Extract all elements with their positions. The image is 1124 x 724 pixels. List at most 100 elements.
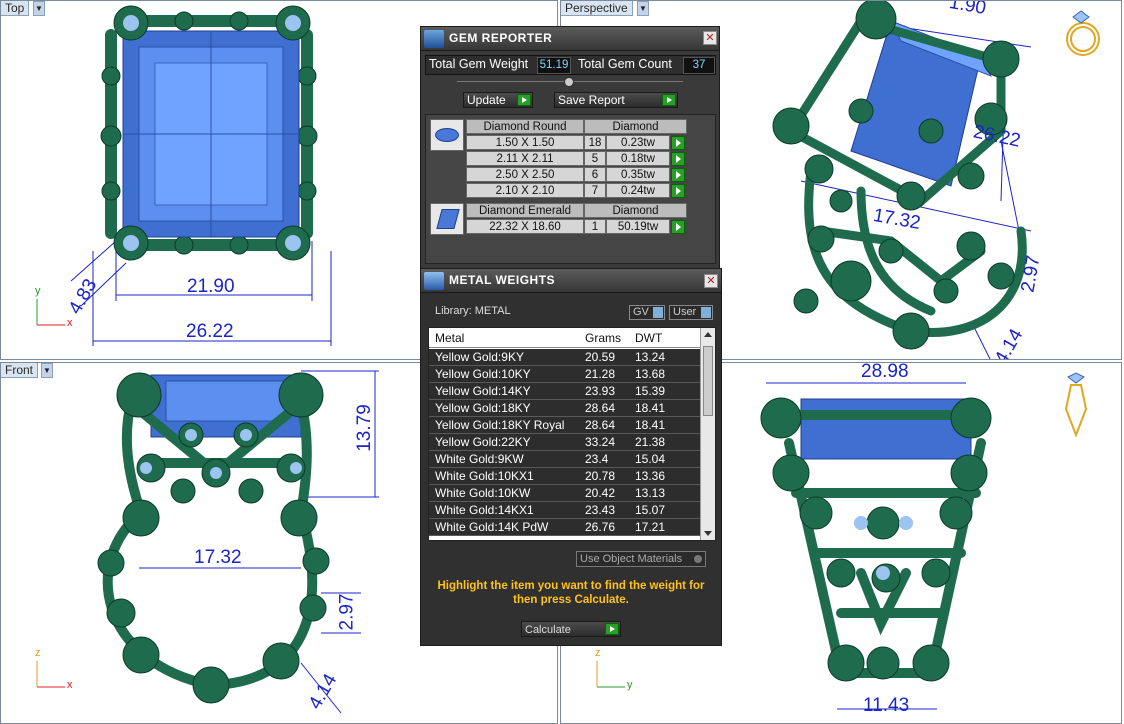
scroll-up-icon[interactable] [704, 332, 712, 337]
splitter-knob[interactable] [564, 77, 574, 87]
metal-grams: 21.28 [585, 367, 616, 381]
metal-name: White Gold:14KX1 [435, 503, 534, 517]
chevron-down-icon[interactable]: ▼ [637, 1, 649, 16]
gv-label: GV [633, 306, 649, 318]
table-row[interactable]: White Gold:10KX1 20.78 13.36 [429, 468, 701, 485]
round-header-type: Diamond Round [466, 119, 584, 134]
toggle-indicator-icon [653, 307, 663, 318]
metal-dwt: 17.21 [635, 520, 666, 534]
metal-weights-titlebar[interactable]: METAL WEIGHTS ✕ [421, 269, 721, 293]
metal-table: Metal Grams DWT Yellow Gold:9KY 20.59 13.2… [428, 327, 716, 541]
col-grams[interactable]: Grams [585, 331, 621, 345]
row-go-arrow-icon[interactable] [671, 184, 685, 198]
round-size[interactable]: 1.50 X 1.50 [466, 135, 584, 150]
round-weight: 0.24tw [606, 183, 670, 198]
scroll-down-icon[interactable] [704, 531, 712, 536]
emerald-header-type: Diamond Emerald [466, 203, 584, 218]
dim-bottom: 11.43 [863, 695, 910, 716]
chevron-down-icon[interactable]: ▼ [41, 363, 53, 378]
gem-reporter-icon [424, 30, 444, 48]
update-button-label: Update [467, 93, 506, 107]
table-row[interactable]: Yellow Gold:22KY 33.24 21.38 [429, 434, 701, 451]
viewport-front-label[interactable]: Front [1, 363, 39, 378]
calculate-label: Calculate [525, 624, 571, 636]
row-go-arrow-icon[interactable] [671, 136, 685, 150]
total-gem-weight-value: 51.19 [537, 57, 571, 74]
calculate-button[interactable]: Calculate [521, 621, 621, 637]
metal-dwt: 13.68 [635, 367, 666, 381]
viewport-top-label[interactable]: Top [1, 1, 30, 16]
use-object-materials-toggle[interactable]: Use Object Materials [576, 551, 706, 567]
close-icon[interactable]: ✕ [704, 274, 718, 288]
gem-reporter-title: GEM REPORTER [449, 31, 553, 45]
metal-name: White Gold:9KW [435, 452, 524, 466]
dim-outer: 26.22 [186, 321, 234, 342]
metal-rows: Yellow Gold:9KY 20.59 13.24 Yellow Gold:10… [429, 349, 701, 540]
dim-inner: 17.32 [194, 547, 242, 568]
table-row[interactable]: Yellow Gold:9KY 20.59 13.24 [429, 349, 701, 366]
emerald-weight: 50.19tw [606, 219, 670, 234]
save-report-button[interactable]: Save Report [554, 92, 678, 108]
metal-weights-title: METAL WEIGHTS [449, 273, 556, 287]
emerald-size[interactable]: 22.32 X 18.60 [466, 219, 584, 234]
close-icon[interactable]: ✕ [703, 31, 717, 45]
metal-dwt: 15.04 [635, 452, 666, 466]
save-report-label: Save Report [558, 93, 625, 107]
round-weight: 0.23tw [606, 135, 670, 150]
axis-x-label: x [67, 679, 73, 691]
row-go-arrow-icon[interactable] [671, 168, 685, 182]
gem-reporter-titlebar[interactable]: GEM REPORTER ✕ [421, 27, 719, 51]
metal-dwt: 15.39 [635, 384, 666, 398]
table-row[interactable]: White Gold:14K PdW 26.76 17.21 [429, 519, 701, 536]
metal-grams: 33.24 [585, 435, 616, 449]
metal-name: Yellow Gold:18KY [435, 401, 531, 415]
dim-width: 28.98 [861, 362, 909, 382]
round-size[interactable]: 2.10 X 2.10 [466, 183, 584, 198]
scroll-thumb[interactable] [703, 346, 713, 416]
round-weight: 0.18tw [606, 151, 670, 166]
table-row[interactable]: Yellow Gold:18KY 28.64 18.41 [429, 400, 701, 417]
metal-name: Yellow Gold:18KY Royal [435, 418, 565, 432]
emerald-count: 1 [584, 219, 606, 234]
round-count: 18 [584, 135, 606, 150]
metal-name: White Gold:14K PdW [435, 520, 549, 534]
round-header-material: Diamond [584, 119, 687, 134]
gv-toggle[interactable]: GV [629, 305, 665, 320]
metal-grams: 23.43 [585, 503, 616, 517]
col-metal[interactable]: Metal [435, 331, 464, 345]
library-label: Library: METAL [435, 305, 511, 317]
use-object-materials-label: Use Object Materials [580, 553, 683, 565]
round-size[interactable]: 2.50 X 2.50 [466, 167, 584, 182]
update-button[interactable]: Update [463, 92, 533, 108]
metal-dwt: 13.24 [635, 350, 666, 364]
table-row[interactable]: Yellow Gold:18KY Royal 28.64 18.41 [429, 417, 701, 434]
metal-table-header: Metal Grams DWT [429, 328, 715, 348]
chevron-down-icon[interactable]: ▼ [33, 1, 45, 16]
ring-icon [561, 1, 562, 2]
user-label: User [673, 306, 697, 318]
table-row[interactable]: White Gold:14KX1 23.43 15.07 [429, 502, 701, 519]
dim-width: 21.90 [187, 276, 235, 297]
metal-dwt: 13.36 [635, 469, 666, 483]
go-arrow-icon [605, 623, 619, 635]
metal-dwt: 13.13 [635, 486, 666, 500]
axis-z-label: z [595, 647, 601, 659]
vertical-scrollbar[interactable] [700, 328, 715, 540]
axis-x-label: x [67, 317, 73, 329]
table-row[interactable]: White Gold:9KW 23.4 15.04 [429, 451, 701, 468]
table-row[interactable]: Yellow Gold:10KY 21.28 13.68 [429, 366, 701, 383]
row-go-arrow-icon[interactable] [671, 220, 685, 234]
radio-icon [694, 555, 702, 563]
col-dwt[interactable]: DWT [635, 331, 662, 345]
table-row[interactable]: White Gold:10KW 20.42 13.13 [429, 485, 701, 502]
user-toggle[interactable]: User [669, 305, 713, 320]
metal-dwt: 18.41 [635, 418, 666, 432]
hint-text: Highlight the item you want to find the … [437, 580, 705, 606]
emerald-header-material: Diamond [584, 203, 687, 218]
metal-grams: 20.59 [585, 350, 616, 364]
round-size[interactable]: 2.11 X 2.11 [466, 151, 584, 166]
metal-name: White Gold:10KX1 [435, 469, 534, 483]
row-go-arrow-icon[interactable] [671, 152, 685, 166]
table-row[interactable]: Yellow Gold:14KY 23.93 15.39 [429, 383, 701, 400]
viewport-perspective-label[interactable]: Perspective [561, 1, 633, 16]
